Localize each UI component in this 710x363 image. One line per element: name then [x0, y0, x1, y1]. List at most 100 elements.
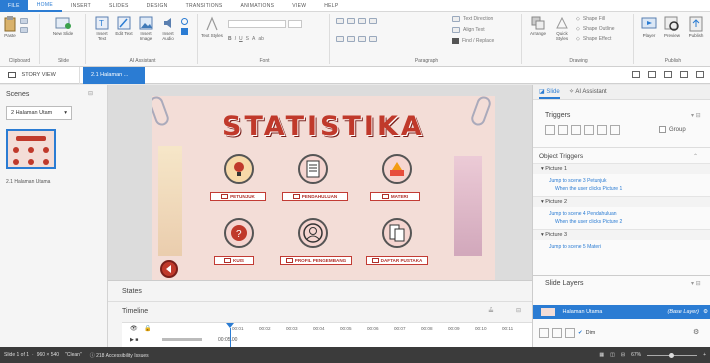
trigger-item[interactable]: Jump to scene 3 Petunjuk: [533, 174, 710, 185]
align-left-icon[interactable]: [336, 36, 344, 42]
gear-icon[interactable]: ⚙: [693, 328, 699, 336]
menu-help[interactable]: HELP: [315, 3, 347, 9]
underline-icon[interactable]: U: [239, 36, 243, 42]
publish-button[interactable]: Publish: [684, 16, 708, 38]
record-icon[interactable]: [181, 18, 188, 25]
materi-icon[interactable]: [382, 154, 412, 184]
tab-slide[interactable]: ◪ Slide: [539, 88, 560, 99]
duplicate-layer-icon[interactable]: [552, 328, 562, 338]
edit-trigger-icon[interactable]: [558, 125, 568, 135]
copy-trigger-icon[interactable]: [571, 125, 581, 135]
insert-image-button[interactable]: Insert Image: [136, 16, 156, 41]
shape-fill-button[interactable]: ◇ Shape Fill: [576, 16, 605, 22]
zoom-out-icon[interactable]: ⊟: [621, 352, 625, 358]
trigger-group-head[interactable]: ▾ Picture 3: [533, 229, 710, 240]
arrange-button[interactable]: Arrange: [526, 16, 550, 36]
pustaka-icon[interactable]: [382, 218, 412, 248]
eye-icon[interactable]: 👁: [130, 325, 138, 332]
trigger-group-head[interactable]: ▾ Picture 1: [533, 163, 710, 174]
strikethrough-icon[interactable]: S: [246, 36, 249, 42]
layers-menu-icon[interactable]: ▾ ⊟: [691, 280, 701, 287]
shape-outline-button[interactable]: ◇ Shape Outline: [576, 26, 615, 32]
indent-icon[interactable]: [358, 18, 366, 24]
materi-label[interactable]: MATERI: [370, 192, 420, 201]
menu-insert[interactable]: INSERT: [62, 3, 100, 9]
triggers-menu-icon[interactable]: ▾ ⊟: [691, 112, 701, 119]
menu-view[interactable]: VIEW: [283, 3, 315, 9]
copy-icon[interactable]: [20, 27, 28, 33]
trigger-item[interactable]: Jump to scene 5 Materi: [533, 240, 710, 251]
bold-icon[interactable]: B: [228, 36, 232, 42]
bullets-icon[interactable]: [336, 18, 344, 24]
zoom-thumb[interactable]: [669, 352, 675, 358]
align-center-icon[interactable]: [347, 36, 355, 42]
timeline-settings-icon[interactable]: ≟: [488, 307, 494, 315]
italic-icon[interactable]: I: [235, 36, 236, 42]
text-styles-button[interactable]: Text Styles: [200, 16, 224, 38]
tab-ai-assistant[interactable]: ✧ AI Assistant: [569, 88, 607, 95]
kuis-label[interactable]: KUIS: [214, 256, 254, 265]
zoom-slider[interactable]: [647, 352, 698, 358]
justify-icon[interactable]: [369, 36, 377, 42]
play-icon[interactable]: ▶ ■: [130, 337, 138, 343]
highlight-icon[interactable]: ab: [258, 36, 264, 42]
dim-check-icon[interactable]: ✔: [578, 330, 583, 336]
align-text-button[interactable]: Align Text: [452, 27, 485, 33]
layer-settings-icon[interactable]: ⚙: [703, 305, 708, 319]
new-slide-button[interactable]: New Slide: [52, 16, 74, 36]
insert-text-button[interactable]: T Insert Text: [92, 16, 112, 41]
zoom-slider[interactable]: [162, 338, 202, 341]
font-size-select[interactable]: [288, 20, 302, 28]
screen-icon[interactable]: [181, 28, 188, 35]
find-replace-button[interactable]: Find / Replace: [452, 38, 494, 44]
delete-layer-icon[interactable]: [565, 328, 575, 338]
timeline-track[interactable]: 👁 🔒 ▶ ■ 00:05.00 00:01 00:02 00:03 00:04 00:…: [122, 322, 532, 349]
kuis-icon[interactable]: ?: [224, 218, 254, 248]
zoom-in-icon[interactable]: +: [703, 352, 706, 358]
pustaka-label[interactable]: DAFTAR PUSTAKA: [366, 256, 428, 265]
font-color-icon[interactable]: A: [252, 36, 255, 42]
trigger-item[interactable]: Jump to scene 4 Pendahuluan: [533, 207, 710, 218]
move-trigger-icon[interactable]: [610, 125, 620, 135]
shape-effect-button[interactable]: ◇ Shape Effect: [576, 36, 611, 42]
preview-button[interactable]: Preview: [660, 16, 684, 38]
menu-animations[interactable]: ANIMATIONS: [232, 3, 284, 9]
grid-icon[interactable]: ▦: [599, 352, 604, 358]
edit-text-button[interactable]: Edit Text: [114, 16, 134, 36]
text-direction-button[interactable]: Text Direction: [452, 16, 493, 22]
slide-thumbnail[interactable]: [6, 129, 56, 169]
numbering-icon[interactable]: [347, 18, 355, 24]
quick-styles-button[interactable]: Quick Styles: [552, 16, 572, 41]
fit-icon[interactable]: [664, 71, 672, 78]
scene-select[interactable]: 2 Halaman Utam ▾: [6, 106, 72, 120]
trigger-condition[interactable]: When the user clicks Picture 2: [533, 218, 710, 229]
pin-icon[interactable]: ⊟: [88, 90, 93, 97]
trigger-condition[interactable]: When the user clicks Picture 1: [533, 185, 710, 196]
font-family-select[interactable]: [228, 20, 286, 28]
back-button[interactable]: [160, 260, 178, 278]
paste-button[interactable]: Paste: [2, 16, 18, 38]
accessibility-status[interactable]: ⓘ 218 Accessibility Issues: [90, 352, 149, 359]
layer-row[interactable]: Halaman Utama (Base Layer) ⚙: [533, 305, 710, 319]
menu-design[interactable]: DESIGN: [138, 3, 177, 9]
outdent-icon[interactable]: [369, 18, 377, 24]
profil-label[interactable]: PROFIL PENGEMBANG: [280, 256, 352, 265]
menu-transitions[interactable]: TRANSITIONS: [177, 3, 232, 9]
normal-view-icon[interactable]: [632, 71, 640, 78]
tab-scene[interactable]: 2.1 Halaman ... ×: [83, 67, 145, 95]
menu-file[interactable]: FILE: [0, 0, 28, 12]
menu-slides[interactable]: SLIDES: [100, 3, 138, 9]
new-layer-icon[interactable]: [539, 328, 549, 338]
pendahuluan-icon[interactable]: [298, 154, 328, 184]
slide-view-icon[interactable]: [648, 71, 656, 78]
petunjuk-icon[interactable]: [224, 154, 254, 184]
layout-icon[interactable]: [680, 71, 688, 78]
tab-story-view[interactable]: STORY VIEW: [0, 67, 80, 84]
petunjuk-label[interactable]: PETUNJUK: [210, 192, 266, 201]
collapse-icon[interactable]: ⌃: [693, 153, 698, 160]
pin-icon[interactable]: ⊟: [516, 307, 521, 314]
insert-audio-button[interactable]: Insert Audio: [158, 16, 178, 41]
align-right-icon[interactable]: [358, 36, 366, 42]
menu-home[interactable]: HOME: [27, 0, 62, 12]
profil-icon[interactable]: [298, 218, 328, 248]
